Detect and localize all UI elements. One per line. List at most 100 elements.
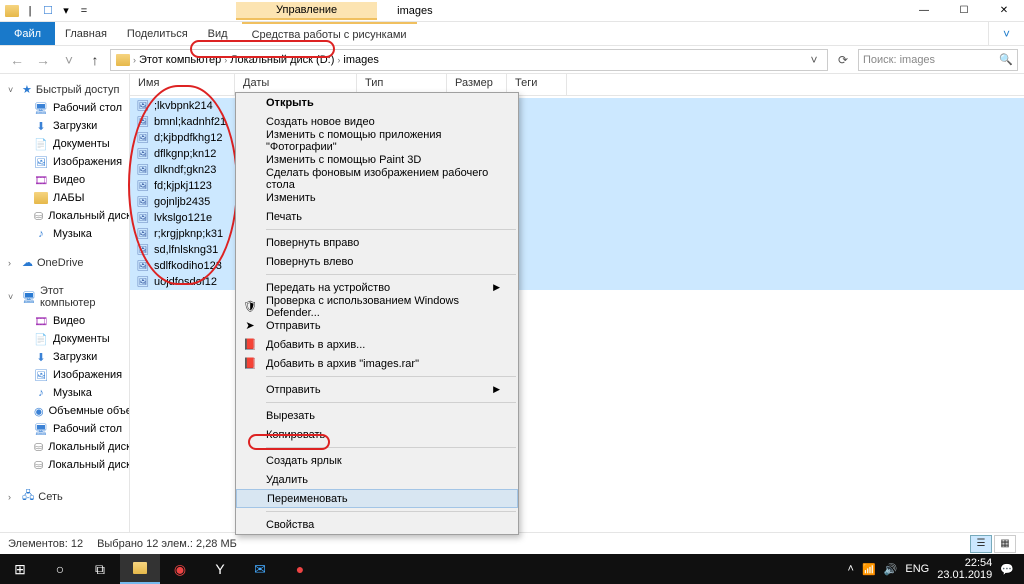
props-icon[interactable]: ☐ xyxy=(40,3,56,19)
menu-edit-photos[interactable]: Изменить с помощью приложения "Фотографи… xyxy=(236,131,518,150)
tab-file[interactable]: Файл xyxy=(0,22,55,45)
maximize-button[interactable]: ☐ xyxy=(944,0,984,22)
search-button[interactable]: ○ xyxy=(40,554,80,584)
tray-network-icon[interactable]: 📶 xyxy=(862,563,876,576)
view-details-button[interactable]: ☰ xyxy=(970,535,992,553)
taskbar-app-2[interactable]: Y xyxy=(200,554,240,584)
status-bar: Элементов: 12 Выбрано 12 элем.: 2,28 МБ … xyxy=(0,532,1024,554)
title-bar: | ☐ ▾ = Управление images — ☐ ✕ xyxy=(0,0,1024,22)
nav-pictures[interactable]: 🖼Изображения xyxy=(0,153,129,171)
image-file-icon: 🖼 xyxy=(136,147,150,161)
chevron-right-icon: ▶ xyxy=(493,282,500,293)
tab-share[interactable]: Поделиться xyxy=(117,22,198,45)
nav-music[interactable]: ♪Музыка xyxy=(0,225,129,243)
pictures-icon: 🖼 xyxy=(34,155,48,169)
tab-view[interactable]: Вид xyxy=(198,22,238,45)
taskbar-explorer[interactable] xyxy=(120,554,160,584)
crumb-local-disk[interactable]: Локальный диск (D:) xyxy=(227,54,337,66)
menu-rename[interactable]: Переименовать xyxy=(236,489,518,508)
menu-send[interactable]: ➤Отправить xyxy=(236,316,518,335)
nav-recent-button[interactable]: ˅ xyxy=(58,49,80,71)
ribbon-expand-icon[interactable]: ˅ xyxy=(988,22,1024,45)
image-file-icon: 🖼 xyxy=(136,243,150,257)
breadcrumb[interactable]: › Этот компьютер › Локальный диск (D:) ›… xyxy=(110,49,828,71)
crumb-this-pc[interactable]: Этот компьютер xyxy=(136,54,224,66)
menu-shortcut[interactable]: Создать ярлык xyxy=(236,451,518,470)
disk-icon: ⛁ xyxy=(34,440,43,454)
taskbar-app-1[interactable]: ◉ xyxy=(160,554,200,584)
archive-icon: 📕 xyxy=(242,337,258,353)
file-name: uojdfosdof12 xyxy=(154,276,217,288)
nav-onedrive[interactable]: ›☁OneDrive xyxy=(0,253,129,272)
menu-send-to[interactable]: Отправить▶ xyxy=(236,380,518,399)
menu-print[interactable]: Печать xyxy=(236,207,518,226)
menu-delete[interactable]: Удалить xyxy=(236,470,518,489)
nav-desktop2[interactable]: 🖥Рабочий стол xyxy=(0,420,129,438)
tray-up-icon[interactable]: ˄ xyxy=(848,563,854,575)
menu-set-background[interactable]: Сделать фоновым изображением рабочего ст… xyxy=(236,169,518,188)
nav-video2[interactable]: 🎞Видео xyxy=(0,312,129,330)
tray-notifications-icon[interactable]: 💬 xyxy=(1000,563,1014,576)
view-icons-button[interactable]: ▦ xyxy=(994,535,1016,553)
tray-volume-icon[interactable]: 🔊 xyxy=(884,563,898,576)
file-name: bmnl;kadnhf21 xyxy=(154,116,226,128)
refresh-button[interactable]: ⟳ xyxy=(832,49,854,71)
video-icon: 🎞 xyxy=(34,314,48,328)
nav-quick-access[interactable]: ˅★Быстрый доступ xyxy=(0,80,129,99)
menu-copy[interactable]: Копировать xyxy=(236,425,518,444)
crumb-images[interactable]: images xyxy=(340,54,381,66)
nav-local-disk-d[interactable]: ⛁Локальный диск (D:) xyxy=(0,207,129,225)
file-name: fd;kjpkj1123 xyxy=(154,180,212,192)
file-name: ;lkvbpnk214 xyxy=(154,100,213,112)
menu-cut[interactable]: Вырезать xyxy=(236,406,518,425)
search-input[interactable]: Поиск: images 🔍 xyxy=(858,49,1018,71)
addr-dropdown-icon[interactable]: ˅ xyxy=(803,49,825,71)
taskbar-app-4[interactable]: ● xyxy=(280,554,320,584)
nav-up-button[interactable]: ↑ xyxy=(84,49,106,71)
menu-properties[interactable]: Свойства xyxy=(236,515,518,534)
menu-rotate-left[interactable]: Повернуть влево xyxy=(236,252,518,271)
music-icon: ♪ xyxy=(34,227,48,241)
nav-3d[interactable]: ◉Объемные объекты xyxy=(0,402,129,420)
tab-picture-tools[interactable]: Средства работы с рисунками xyxy=(242,22,417,45)
address-bar: ← → ˅ ↑ › Этот компьютер › Локальный дис… xyxy=(0,46,1024,74)
shield-icon: 🛡 xyxy=(242,299,258,315)
qat-overflow[interactable]: = xyxy=(76,3,92,19)
menu-add-archive-named[interactable]: 📕Добавить в архив "images.rar" xyxy=(236,354,518,373)
nav-video[interactable]: 🎞Видео xyxy=(0,171,129,189)
send-icon: ➤ xyxy=(242,318,258,334)
nav-desktop[interactable]: 🖥Рабочий стол xyxy=(0,99,129,117)
menu-edit[interactable]: Изменить xyxy=(236,188,518,207)
folder-icon xyxy=(34,191,48,205)
nav-local-disk-c[interactable]: ⛁Локальный диск (C:) xyxy=(0,438,129,456)
tab-home[interactable]: Главная xyxy=(55,22,117,45)
nav-downloads[interactable]: ⬇Загрузки xyxy=(0,117,129,135)
start-button[interactable]: ⊞ xyxy=(0,554,40,584)
minimize-button[interactable]: — xyxy=(904,0,944,22)
nav-music2[interactable]: ♪Музыка xyxy=(0,384,129,402)
search-icon: 🔍 xyxy=(999,53,1013,66)
close-button[interactable]: ✕ xyxy=(984,0,1024,22)
status-count: Элементов: 12 xyxy=(8,538,83,550)
image-file-icon: 🖼 xyxy=(136,227,150,241)
nav-network[interactable]: ›🖧Сеть xyxy=(0,484,129,509)
menu-rotate-right[interactable]: Повернуть вправо xyxy=(236,233,518,252)
nav-local-disk-d2[interactable]: ⛁Локальный диск (D:) xyxy=(0,456,129,474)
qat-dropdown-icon[interactable]: ▾ xyxy=(58,3,74,19)
task-view-button[interactable]: ⧉ xyxy=(80,554,120,584)
tray-clock[interactable]: 22:54 23.01.2019 xyxy=(937,557,992,581)
menu-defender[interactable]: 🛡Проверка с использованием Windows Defen… xyxy=(236,297,518,316)
menu-add-archive[interactable]: 📕Добавить в архив... xyxy=(236,335,518,354)
nav-pictures2[interactable]: 🖼Изображения xyxy=(0,366,129,384)
menu-open[interactable]: Открыть xyxy=(236,93,518,112)
nav-downloads2[interactable]: ⬇Загрузки xyxy=(0,348,129,366)
nav-back-button[interactable]: ← xyxy=(6,49,28,71)
file-name: d;kjbpdfkhg12 xyxy=(154,132,223,144)
nav-labs[interactable]: ЛАБЫ xyxy=(0,189,129,207)
nav-documents2[interactable]: 📄Документы xyxy=(0,330,129,348)
taskbar-app-3[interactable]: ✉ xyxy=(240,554,280,584)
nav-documents[interactable]: 📄Документы xyxy=(0,135,129,153)
col-name[interactable]: Имя xyxy=(130,74,235,95)
tray-lang[interactable]: ENG xyxy=(905,563,929,575)
nav-this-pc[interactable]: ˅🖥Этот компьютер xyxy=(0,282,129,312)
